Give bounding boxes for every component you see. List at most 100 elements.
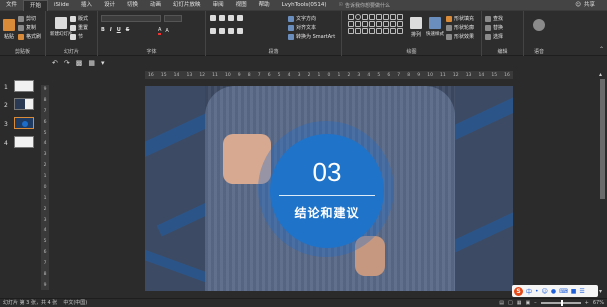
reading-view-icon[interactable]: ▣ [525, 300, 530, 306]
shape-fill-button[interactable]: 形状填充 [446, 15, 474, 22]
shape-outline-button[interactable]: 形状轮廓 [446, 24, 474, 31]
font-size-box[interactable] [164, 15, 182, 22]
menu-tab[interactable]: 审阅 [207, 0, 230, 11]
smartart-button[interactable]: 转换为 SmartArt [288, 33, 335, 40]
menu-tab[interactable]: 帮助 [253, 0, 276, 11]
font-name-box[interactable] [101, 15, 161, 22]
align-right-icon[interactable] [228, 28, 234, 34]
slide-thumbnail[interactable]: 1 [2, 80, 38, 98]
save-icon[interactable]: ▦ [88, 59, 95, 67]
shape-cube-icon[interactable] [376, 28, 382, 34]
shape-oval-icon[interactable] [355, 14, 361, 20]
shape-callout-icon[interactable] [390, 14, 396, 20]
scroll-up-icon[interactable]: ▴ [599, 71, 602, 78]
menu-tab[interactable]: 幻灯片放映 [167, 0, 207, 11]
shape-cross-icon[interactable] [376, 21, 382, 27]
undo-icon[interactable]: ↶ [52, 59, 58, 67]
paste-button[interactable]: 粘贴 [3, 19, 15, 40]
italic-icon[interactable]: I [110, 27, 112, 33]
dictate-button[interactable] [533, 19, 545, 31]
font-format-buttons[interactable]: B I U S [101, 27, 129, 33]
indent-increase-icon[interactable] [237, 15, 243, 21]
align-buttons[interactable] [210, 28, 243, 34]
collapse-ribbon-icon[interactable]: ⌃ [599, 46, 604, 53]
menu-tab[interactable]: 设计 [98, 0, 121, 11]
shape-diamond-icon[interactable] [348, 28, 354, 34]
normal-view-icon[interactable]: □ [508, 300, 513, 306]
shape-pentagon-icon[interactable] [362, 21, 368, 27]
notes-icon[interactable]: ▤ [499, 300, 504, 306]
shape-plus-icon[interactable] [397, 28, 403, 34]
shape-moon-icon[interactable] [362, 28, 368, 34]
menu-tab[interactable]: 插入 [75, 0, 98, 11]
shape-more-icon[interactable] [397, 21, 403, 27]
microphone-icon[interactable]: ● [551, 288, 556, 295]
section-button[interactable]: 节 [70, 33, 83, 40]
layout-button[interactable]: 版式 [70, 15, 88, 22]
arrange-button[interactable]: 排列 [410, 17, 422, 38]
strikethrough-icon[interactable]: S [126, 27, 130, 33]
select-button[interactable]: 选择 [485, 33, 503, 40]
language-indicator[interactable]: 中文(中国) [63, 299, 87, 306]
zoom-in-icon[interactable]: + [585, 300, 589, 306]
vertical-scrollbar[interactable]: ▴ ▾ [598, 71, 607, 295]
scroll-down-icon[interactable]: ▾ [599, 288, 602, 295]
shape-rectangle-icon[interactable] [348, 14, 354, 20]
cut-button[interactable]: 剪切 [18, 15, 36, 22]
format-painter-button[interactable]: 格式刷 [18, 33, 41, 40]
text-direction-button[interactable]: 文字方向 [288, 15, 316, 22]
shape-hexagon-icon[interactable] [369, 21, 375, 27]
shapes-gallery[interactable] [348, 14, 408, 42]
numbering-icon[interactable] [219, 15, 225, 21]
slide-sorter-icon[interactable]: ▦ [517, 300, 522, 306]
start-from-beginning-icon[interactable]: ▩ [76, 59, 83, 67]
shape-bracket-icon[interactable] [390, 28, 396, 34]
reset-button[interactable]: 重置 [70, 24, 88, 31]
emoji-icon[interactable]: ☺ [542, 288, 548, 295]
menu-icon[interactable]: ☰ [579, 288, 584, 295]
slide-thumbnail-active[interactable]: 3 [2, 117, 38, 135]
copy-button[interactable]: 复制 [18, 24, 36, 31]
bullets-icon[interactable] [210, 15, 216, 21]
zoom-level[interactable]: 67% [593, 300, 604, 306]
list-buttons[interactable] [210, 15, 243, 21]
shape-effects-button[interactable]: 形状效果 [446, 33, 474, 40]
shape-rounded-rect-icon[interactable] [383, 14, 389, 20]
menu-tab[interactable]: 文件 [0, 0, 23, 11]
scrollbar-thumb[interactable] [600, 79, 605, 199]
menu-tab[interactable]: 切换 [121, 0, 144, 11]
slide-thumbnail[interactable]: 4 [2, 136, 38, 154]
customize-toolbar-icon[interactable]: ▾ [101, 59, 105, 67]
font-color-icon[interactable]: A [158, 27, 162, 35]
shape-cloud-icon[interactable] [390, 21, 396, 27]
shape-arrow-icon[interactable] [369, 14, 375, 20]
justify-icon[interactable] [237, 28, 243, 34]
underline-icon[interactable]: U [117, 27, 121, 33]
menu-tab[interactable]: LvyhTools(0514) [276, 0, 333, 11]
zoom-slider[interactable] [540, 300, 581, 306]
keyboard-icon[interactable]: ⌨ [559, 288, 568, 295]
zoom-slider-knob[interactable] [560, 300, 563, 306]
punctuation-icon[interactable]: • [535, 288, 539, 295]
find-button[interactable]: 查找 [485, 15, 503, 22]
menu-tab[interactable]: 视图 [230, 0, 253, 11]
menu-tab[interactable]: iSlide [48, 0, 75, 11]
slide-thumbnail[interactable]: 2 [2, 98, 38, 116]
shape-heart-icon[interactable] [383, 21, 389, 27]
redo-icon[interactable]: ↷ [64, 59, 70, 67]
shape-frame-icon[interactable] [383, 28, 389, 34]
shape-triangle-icon[interactable] [376, 14, 382, 20]
shape-curve-icon[interactable] [348, 21, 354, 27]
ime-mode[interactable]: 中 [526, 287, 532, 296]
ime-toolbar[interactable]: S 中 • ☺ ● ⌨ ■ ☰ [512, 285, 598, 297]
tell-me-search[interactable]: ☉ 告诉我你想要做什么 [339, 2, 391, 9]
menu-tab[interactable]: 动画 [144, 0, 167, 11]
replace-button[interactable]: 替换 [485, 24, 503, 31]
zoom-out-icon[interactable]: – [534, 300, 537, 306]
bold-icon[interactable]: B [101, 27, 105, 33]
share-button[interactable]: ☺ 共享 [575, 0, 595, 11]
align-center-icon[interactable] [219, 28, 225, 34]
shape-star-icon[interactable] [397, 14, 403, 20]
slide-canvas[interactable]: 03 结论和建议 [145, 86, 513, 291]
menu-tab[interactable]: 开始 [23, 0, 49, 11]
